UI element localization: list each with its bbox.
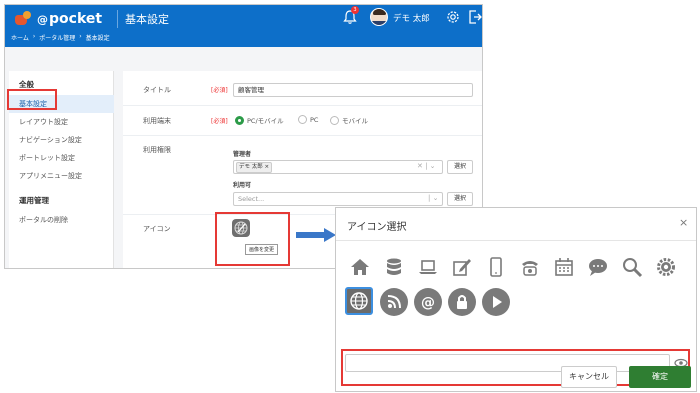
phone-icon[interactable]: [516, 253, 544, 281]
admin-tag-label: デモ 太郎: [239, 164, 263, 170]
device-label: 利用端末: [143, 117, 171, 125]
lock-icon[interactable]: [448, 288, 476, 316]
radio-selected-icon: [235, 115, 244, 125]
dialog-title: アイコン選択: [347, 222, 407, 233]
page-title: 基本設定: [125, 13, 169, 26]
admin-select-button[interactable]: 選択: [447, 160, 473, 174]
permission-label: 利用権限: [143, 146, 171, 154]
gear-icon[interactable]: [445, 9, 461, 25]
edit-icon[interactable]: [448, 253, 476, 281]
title-label: タイトル: [143, 86, 171, 94]
user-select[interactable]: Select...: [233, 192, 443, 206]
radio-unselected-icon: [330, 115, 339, 125]
confirm-button[interactable]: 確定: [629, 366, 691, 388]
required-badge: [必須]: [211, 118, 228, 125]
breadcrumb-current: 基本設定: [85, 35, 110, 42]
radio-label: PC/モバイル: [247, 117, 284, 125]
user-select-button[interactable]: 選択: [447, 192, 473, 206]
admin-label: 管理者: [233, 151, 252, 158]
avatar[interactable]: [370, 8, 388, 26]
svg-text:@: @: [421, 295, 435, 311]
home-icon[interactable]: [346, 253, 374, 281]
sidebar-item-navigation[interactable]: ナビゲーション設定: [9, 131, 114, 149]
chevron-down-icon[interactable]: | ⌄: [428, 194, 438, 202]
breadcrumb-separator: ›: [79, 33, 82, 40]
close-icon[interactable]: ×: [679, 216, 688, 229]
sidebar-item-portlet[interactable]: ポートレット設定: [9, 149, 114, 167]
logout-icon[interactable]: [468, 9, 482, 25]
smartphone-icon[interactable]: [482, 253, 510, 281]
logo-at: @: [37, 12, 48, 26]
sidebar-item-delete-portal[interactable]: ポータルの削除: [9, 211, 114, 229]
kangaroo-logo-icon: [15, 11, 33, 27]
gear-icon[interactable]: [652, 253, 680, 281]
required-badge: [必須]: [211, 87, 228, 94]
dialog-divider: [336, 240, 696, 241]
calendar-icon[interactable]: [550, 253, 578, 281]
breadcrumb-home[interactable]: ホーム: [11, 33, 29, 42]
radio-label: モバイル: [342, 117, 368, 125]
cancel-button[interactable]: キャンセル: [561, 366, 617, 388]
rss-icon[interactable]: [380, 288, 408, 316]
chat-icon[interactable]: [584, 253, 612, 281]
radio-pc[interactable]: PC: [298, 115, 318, 124]
sidebar-item-layout[interactable]: レイアウト設定: [9, 113, 114, 131]
icon-name-input[interactable]: [345, 354, 670, 372]
user-name[interactable]: デモ 太郎: [393, 12, 430, 24]
icon-select-dialog: アイコン選択 × @ キャンセル 確定: [335, 207, 697, 392]
sidebar-item-app-menu[interactable]: アプリメニュー設定: [9, 167, 114, 185]
breadcrumb-separator: ›: [32, 33, 36, 40]
app-logo[interactable]: @ pocket: [15, 9, 102, 29]
select-clear-chevron-icon[interactable]: ✕ | ⌄: [417, 162, 436, 170]
highlight-icon-area: [215, 212, 290, 266]
user-label: 利用可: [233, 182, 252, 189]
at-icon[interactable]: @: [414, 288, 442, 316]
tag-remove-icon[interactable]: ×: [265, 164, 270, 170]
highlight-basic-settings: [7, 89, 57, 110]
header-divider: [117, 10, 118, 28]
sidebar-section-operations: 運用管理: [19, 196, 49, 205]
breadcrumb-portal-admin[interactable]: ポータル管理: [39, 33, 75, 42]
search-icon[interactable]: [618, 253, 646, 281]
title-input[interactable]: 顧客管理: [233, 83, 473, 97]
admin-tag: デモ 太郎 ×: [236, 162, 273, 173]
laptop-icon[interactable]: [414, 253, 442, 281]
radio-label: PC: [310, 115, 319, 124]
play-icon[interactable]: [482, 288, 510, 316]
row-divider: [123, 105, 482, 106]
breadcrumb: ホーム › ポータル管理 › 基本設定: [11, 33, 110, 42]
row-divider: [123, 135, 482, 136]
radio-pc-mobile[interactable]: PC/モバイル: [235, 115, 284, 125]
globe-icon[interactable]: [345, 287, 373, 315]
radio-unselected-icon: [298, 115, 307, 124]
database-icon[interactable]: [380, 253, 408, 281]
logo-text: pocket: [49, 11, 103, 27]
notification-badge: 3: [351, 6, 359, 14]
app-header: @ pocket 基本設定 ホーム › ポータル管理 › 基本設定 3 デモ 太…: [5, 5, 482, 47]
arrow-right-icon: [296, 228, 336, 242]
radio-mobile[interactable]: モバイル: [330, 115, 368, 125]
icon-label: アイコン: [143, 225, 171, 233]
